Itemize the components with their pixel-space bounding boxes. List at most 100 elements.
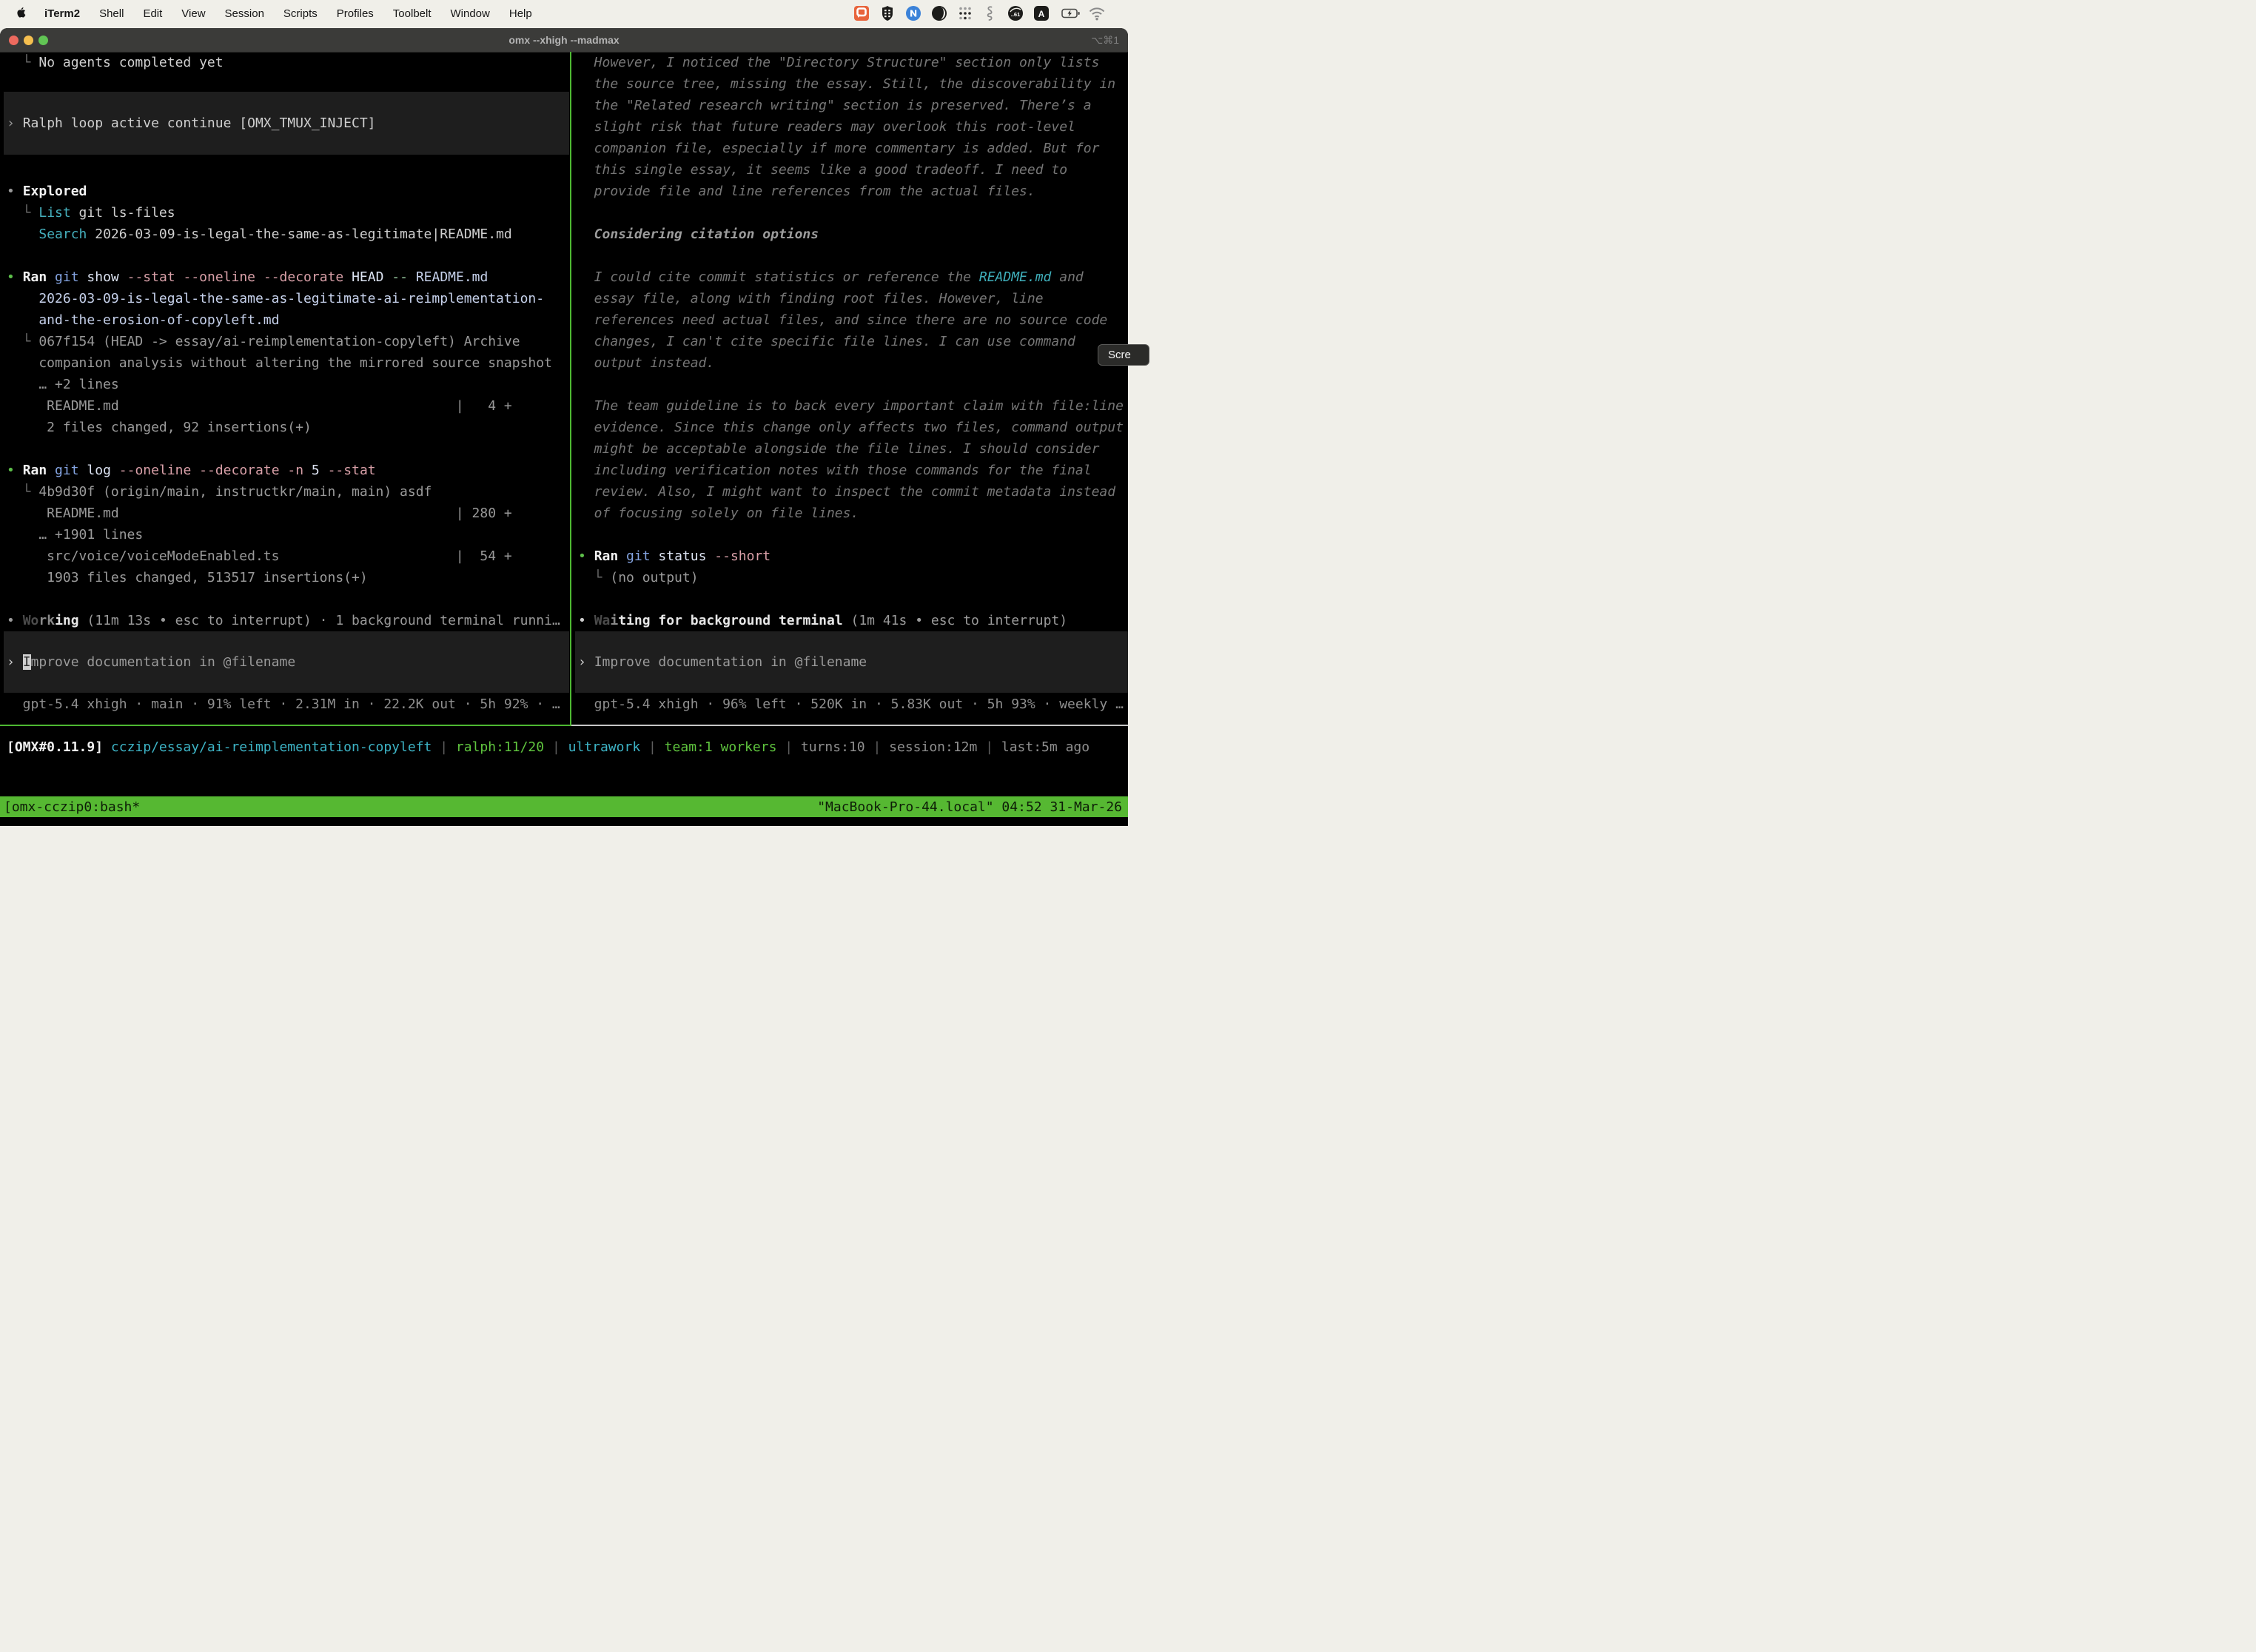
terminal-line: references need actual files, and since … [578,309,1127,331]
terminal-line: [OMX#0.11.9] cczip/essay/ai-reimplementa… [7,736,1124,758]
terminal-line: • Waiting for background terminal (1m 41… [578,610,1127,631]
right-session-statusline: gpt-5.4 xhigh · 96% left · 520K in · 5.8… [578,694,1127,715]
tmux-session-label: [omx-cczip0:bash* [0,799,140,815]
battery-icon[interactable] [1061,5,1078,21]
screenshot-overlay-chip[interactable]: Scre [1098,344,1149,366]
count-badge-icon[interactable]: ..61 [1007,5,1024,21]
svg-text:..61: ..61 [1011,11,1021,18]
left-session-statusline: gpt-5.4 xhigh · main · 91% left · 2.31M … [7,694,569,715]
menu-item-scripts[interactable]: Scripts [283,7,318,20]
terminal-line [7,159,569,181]
terminal-line: └ 067f154 (HEAD -> essay/ai-reimplementa… [7,331,569,352]
svg-text:A: A [1038,9,1045,19]
terminal-line [578,202,1127,224]
terminal-line: └ List git ls-files [7,202,569,224]
terminal-line: Considering citation options [578,224,1127,245]
terminal-line: provide file and line references from th… [578,181,1127,202]
chat-bubble-icon[interactable] [853,5,870,21]
terminal-line: • Explored [7,181,569,202]
wifi-icon[interactable] [1088,5,1104,21]
terminal-line: 2026-03-09-is-legal-the-same-as-legitima… [7,288,569,309]
terminal-line: review. Also, I might want to inspect th… [578,481,1127,503]
terminal-line: • Working (11m 13s • esc to interrupt) ·… [7,610,569,631]
terminal-line: README.md | 4 + [7,395,569,417]
terminal-line: └ (no output) [578,567,1127,588]
left-prompt-input[interactable]: › Improve documentation in @filename [4,631,569,693]
terminal-line: … +1901 lines [7,524,569,545]
terminal-line: output instead. [578,352,1127,374]
terminal-line: › Improve documentation in @filename [7,651,295,673]
terminal-line: slight risk that future readers may over… [578,116,1127,138]
dots-grid-icon[interactable] [957,5,973,21]
menu-item-view[interactable]: View [181,7,205,20]
menu-item-session[interactable]: Session [225,7,264,20]
terminal-line: companion file, especially if more comme… [578,138,1127,159]
terminal-line: └ 4b9d30f (origin/main, instructkr/main,… [7,481,569,503]
terminal-line: The team guideline is to back every impo… [578,395,1127,417]
terminal-line: README.md | 280 + [7,503,569,524]
right-separator-line [571,725,1128,726]
menu-item-iterm2[interactable]: iTerm2 [44,7,80,20]
terminal-line: the source tree, missing the essay. Stil… [578,73,1127,95]
terminal-line: this single essay, it seems like a good … [578,159,1127,181]
terminal-line: might be acceptable alongside the file l… [578,438,1127,460]
terminal-line [7,588,569,610]
apple-icon [15,5,28,23]
tmux-host-clock: "MacBook-Pro-44.local" 04:52 31-Mar-26 [817,799,1128,815]
terminal-line: └ No agents completed yet [7,52,569,73]
terminal-line: I could cite commit statistics or refere… [578,266,1127,288]
terminal-line [578,245,1127,266]
blue-n-badge-icon[interactable] [905,5,921,21]
terminal-line: • Ran git show --stat --oneline --decora… [7,266,569,288]
menu-item-toolbelt[interactable]: Toolbelt [393,7,432,20]
terminal-line: However, I noticed the "Directory Struct… [578,52,1127,73]
menu-item-profiles[interactable]: Profiles [337,7,374,20]
terminal-line: src/voice/voiceModeEnabled.ts | 54 + [7,545,569,567]
terminal-line: essay file, along with finding root file… [578,288,1127,309]
terminal-line: • Ran git log --oneline --decorate -n 5 … [7,460,569,481]
screenshot-overlay-label: Scre [1108,349,1131,361]
terminal-line: changes, I can't cite specific file line… [578,331,1127,352]
terminal-line: and-the-erosion-of-copyleft.md [7,309,569,331]
window-titlebar[interactable]: omx --xhigh --madmax ⌥⌘1 [0,28,1128,53]
terminal-line [578,588,1127,610]
tmux-status-bar: [omx-cczip0:bash* "MacBook-Pro-44.local"… [0,796,1128,817]
iterm2-window: omx --xhigh --madmax ⌥⌘1 └ No agents com… [0,28,1128,826]
left-separator-line [0,725,570,726]
menu-bar: iTerm2 Shell Edit View Session Scripts Profil… [0,0,1128,27]
terminal-line: evidence. Since this change only affects… [578,417,1127,438]
menu-item-list: Shell Edit View Session Scripts Profiles Toolb… [99,7,532,20]
terminal-line [578,524,1127,545]
menu-item-window[interactable]: Window [451,7,490,20]
terminal-line: › Ralph loop active continue [OMX_TMUX_I… [7,113,376,134]
terminal-line: … +2 lines [7,374,569,395]
omx-status-bar: [OMX#0.11.9] cczip/essay/ai-reimplementa… [7,736,1124,758]
terminal-line: 1903 files changed, 513517 insertions(+) [7,567,569,588]
terminal-line: Search 2026-03-09-is-legal-the-same-as-l… [7,224,569,245]
desktop: { "menu_bar": { "app_name": "iTerm2", "i… [0,0,1128,826]
terminal-line: 2 files changed, 92 insertions(+) [7,417,569,438]
window-title: omx --xhigh --madmax [0,28,1128,52]
right-prompt-input[interactable]: › Improve documentation in @filename [575,631,1128,693]
window-shortcut-badge: ⌥⌘1 [1091,28,1119,52]
input-source-icon[interactable]: A [1033,5,1050,21]
terminal-line: the "Related research writing" section i… [578,95,1127,116]
terminal-line: • Ran git status --short [578,545,1127,567]
left-ralph-inject-box: › Ralph loop active continue [OMX_TMUX_I… [4,92,569,155]
shield-grid-icon[interactable] [879,5,896,21]
pane-divider[interactable] [570,52,571,726]
menu-item-shell[interactable]: Shell [99,7,124,20]
right-pane-transcript: However, I noticed the "Directory Struct… [578,52,1127,631]
terminal-line: companion analysis without altering the … [7,352,569,374]
squiggle-icon[interactable] [982,5,998,21]
menu-item-edit[interactable]: Edit [143,7,162,20]
terminal-line [7,245,569,266]
terminal-line: including verification notes with those … [578,460,1127,481]
apple-menu[interactable] [15,5,28,23]
crescent-circle-icon[interactable] [931,5,947,21]
terminal-line: of focusing solely on file lines. [578,503,1127,524]
terminal-line [7,438,569,460]
menu-item-help[interactable]: Help [509,7,532,20]
terminal-line [578,374,1127,395]
terminal-line: › Improve documentation in @filename [578,651,867,673]
